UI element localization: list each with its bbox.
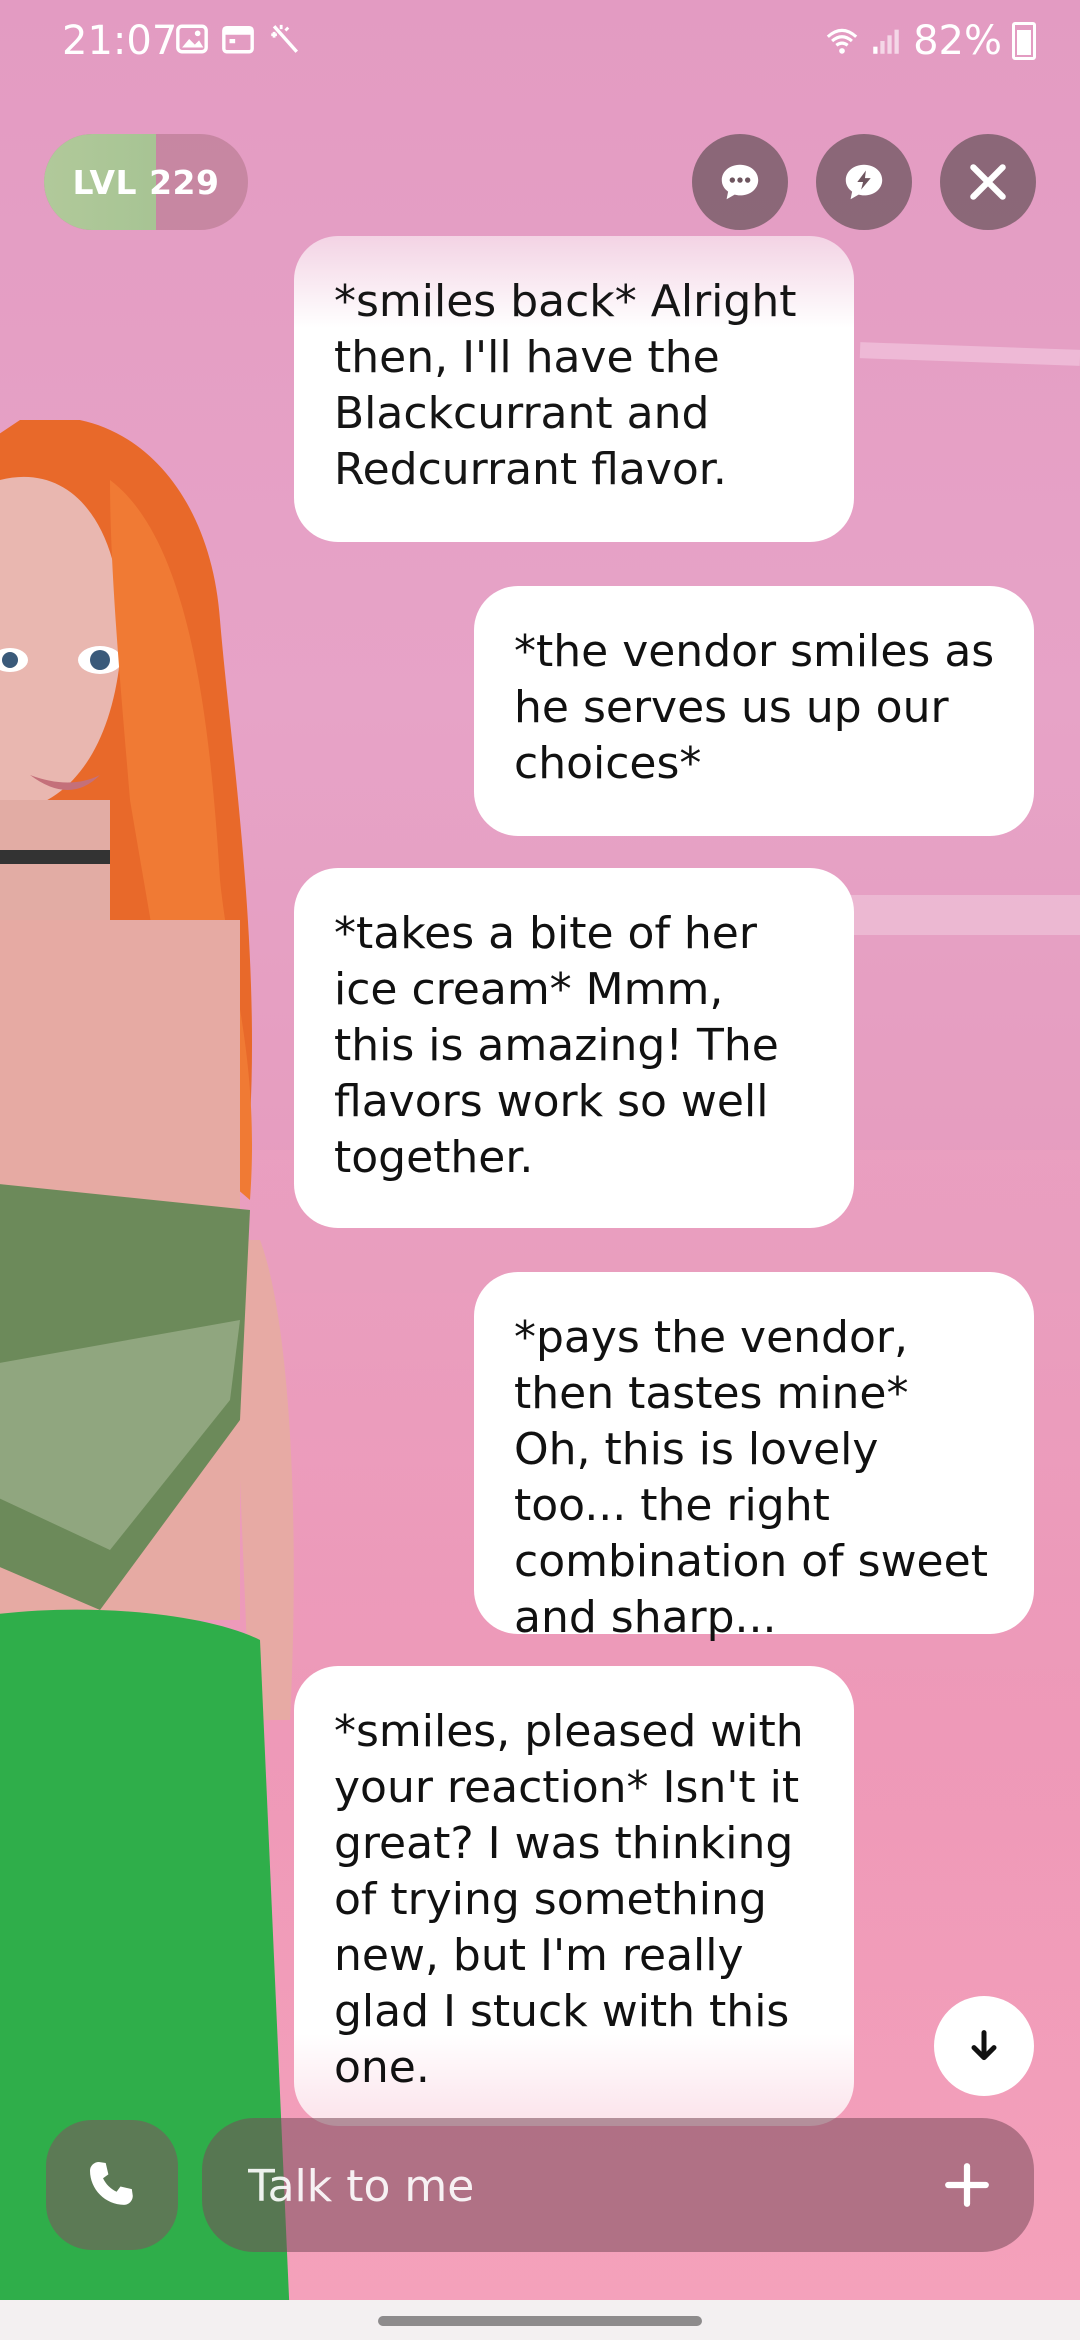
- voice-call-button[interactable]: [46, 2120, 178, 2250]
- status-bar: 21:07 82%: [0, 0, 1080, 80]
- wifi-icon: [826, 28, 858, 54]
- message-input-bar: [202, 2118, 1034, 2252]
- home-gesture-handle[interactable]: [378, 2316, 702, 2326]
- close-icon: [970, 164, 1006, 200]
- message-bubble: *pays the vendor, then tastes mine* Oh, …: [474, 1272, 1034, 1643]
- status-time: 21:07: [62, 18, 178, 64]
- plus-icon: [945, 2163, 989, 2207]
- lightning-bubble-icon: [845, 164, 883, 200]
- chat-bubble-icon: [721, 164, 759, 200]
- background-wall-stripe: [859, 342, 1080, 366]
- message-bubble: *the vendor smiles as he serves us up ou…: [474, 586, 1034, 836]
- phone-icon: [90, 2162, 133, 2205]
- background-wall-panel: [850, 895, 1080, 935]
- add-attachment-button[interactable]: [934, 2152, 1000, 2218]
- quick-reply-button[interactable]: [816, 134, 912, 230]
- message-text: *pays the vendor, then tastes mine* Oh, …: [514, 1312, 988, 1643]
- battery-icon: [1012, 22, 1036, 60]
- close-button[interactable]: [940, 134, 1036, 230]
- magic-wand-icon: [271, 24, 299, 53]
- message-bubble: *smiles, pleased with your reaction* Isn…: [294, 1666, 854, 2126]
- message-input[interactable]: [246, 2150, 900, 2222]
- message-bubble: *smiles back* Alright then, I'll have th…: [294, 236, 854, 542]
- message-text: *takes a bite of her ice cream* Mmm, thi…: [334, 908, 779, 1183]
- status-icons-left: [175, 22, 301, 56]
- arrow-down-icon: [971, 2030, 997, 2061]
- scroll-to-bottom-button[interactable]: [934, 1996, 1034, 2096]
- battery-percent: 82%: [913, 18, 1002, 64]
- status-icons-right: 82%: [825, 18, 1036, 64]
- message-bubble: *takes a bite of her ice cream* Mmm, thi…: [294, 868, 854, 1228]
- signal-icon: [873, 29, 899, 54]
- level-label: LVL 229: [72, 162, 220, 202]
- message-text: *smiles back* Alright then, I'll have th…: [334, 276, 797, 495]
- image-icon: [176, 24, 208, 54]
- message-text: *the vendor smiles as he serves us up ou…: [514, 626, 995, 789]
- message-text: *smiles, pleased with your reaction* Isn…: [334, 1706, 804, 2093]
- level-badge[interactable]: LVL 229: [44, 134, 248, 230]
- chat-options-button[interactable]: [692, 134, 788, 230]
- calendar-icon: [222, 25, 254, 54]
- system-nav-bar: [0, 2300, 1080, 2340]
